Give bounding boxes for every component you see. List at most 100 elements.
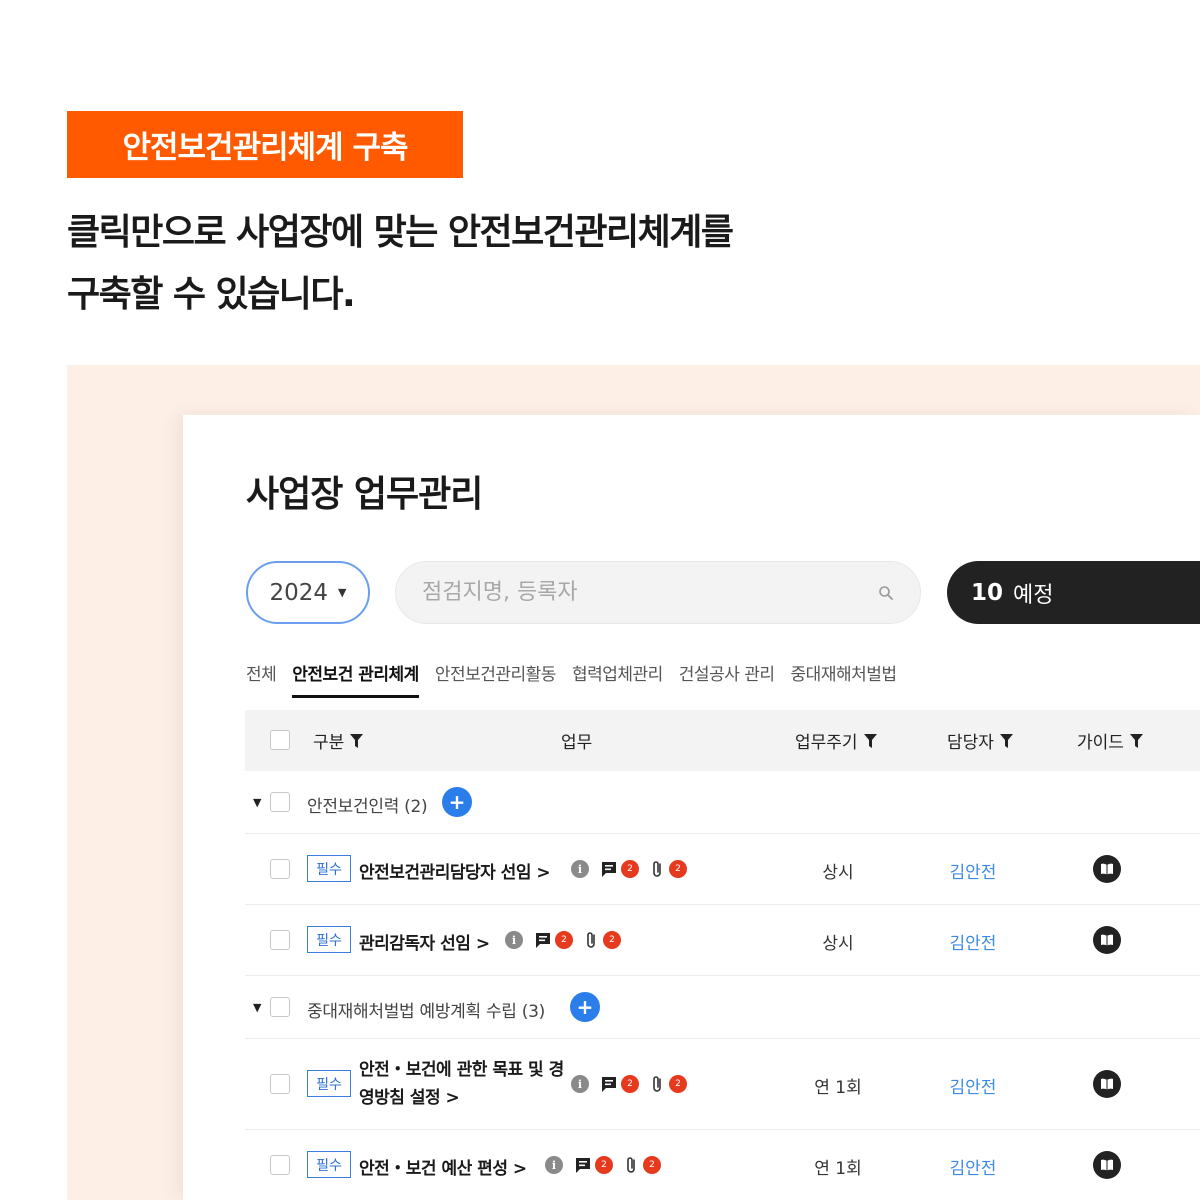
task-link[interactable]: 안전・보건에 관한 목표 및 경영방침 설정 >: [359, 1056, 569, 1112]
page-title: 사업장 업무관리: [246, 474, 483, 515]
assignee-link[interactable]: 김안전: [933, 929, 1013, 954]
tab-construction-management[interactable]: 건설공사 관리: [679, 660, 775, 698]
column-task: 업무: [561, 710, 592, 771]
attachment-count-badge: 2: [669, 860, 687, 878]
comment-icon[interactable]: [600, 860, 618, 878]
caret-down-icon: ▼: [338, 586, 347, 599]
year-select[interactable]: 2024 ▼: [246, 561, 370, 624]
task-meta-icons: i 2 2: [571, 860, 687, 878]
column-assignee[interactable]: 담당자: [947, 710, 1013, 771]
guide-book-icon[interactable]: [1093, 855, 1121, 883]
collapse-toggle-icon[interactable]: ▼: [253, 796, 261, 809]
guide-book-icon[interactable]: [1093, 1070, 1121, 1098]
tab-safety-health-activities[interactable]: 안전보건관리활동: [435, 660, 557, 698]
row-checkbox[interactable]: [270, 1074, 290, 1094]
table-row[interactable]: 필수 안전・보건 예산 편성 > i 2 2 연 1회 김안전: [245, 1130, 1200, 1200]
add-task-button[interactable]: +: [570, 992, 600, 1022]
filter-icon[interactable]: [863, 733, 877, 748]
row-checkbox[interactable]: [270, 859, 290, 879]
attachment-count-badge: 2: [643, 1156, 661, 1174]
comment-icon[interactable]: [600, 1075, 618, 1093]
table-row[interactable]: 필수 안전보건관리담당자 선임 > i 2 2 상시 김안전: [245, 834, 1200, 905]
group-row: ▼ 안전보건인력 (2) +: [245, 771, 1200, 834]
task-link[interactable]: 안전・보건 예산 편성 >: [359, 1154, 527, 1179]
app-window: 사업장 업무관리 2024 ▼ 10 예정 전체 안전보건 관리체계 안전보건관…: [183, 415, 1200, 1200]
attachment-count-badge: 2: [669, 1075, 687, 1093]
select-all-checkbox[interactable]: [270, 730, 290, 750]
info-icon[interactable]: i: [571, 860, 589, 878]
add-task-button[interactable]: +: [442, 787, 472, 817]
tab-serious-accident-act[interactable]: 중대재해처벌법: [791, 660, 897, 698]
filter-icon[interactable]: [1129, 733, 1143, 748]
search-input[interactable]: [422, 580, 878, 605]
scheduled-label: 예정: [1013, 582, 1054, 608]
table-header: 구분 업무 업무주기 담당자 가이드: [245, 710, 1200, 771]
filter-icon[interactable]: [999, 733, 1013, 748]
year-select-value: 2024: [269, 579, 329, 606]
column-guide-label: 가이드: [1077, 733, 1124, 753]
column-guide[interactable]: 가이드: [1077, 710, 1143, 771]
task-link[interactable]: 안전보건관리담당자 선임 >: [359, 858, 551, 883]
paperclip-icon[interactable]: [624, 1156, 640, 1174]
group-row: ▼ 중대재해처벌법 예방계획 수립 (3) +: [245, 976, 1200, 1039]
comment-count-badge: 2: [621, 1075, 639, 1093]
comment-count-badge: 2: [555, 931, 573, 949]
tab-contractor-management[interactable]: 협력업체관리: [572, 660, 663, 698]
required-badge: 필수: [307, 926, 351, 953]
row-checkbox[interactable]: [270, 1155, 290, 1175]
scheduled-count-button[interactable]: 10 예정: [947, 561, 1200, 624]
column-cycle[interactable]: 업무주기: [795, 710, 877, 771]
info-icon[interactable]: i: [571, 1075, 589, 1093]
task-cycle: 연 1회: [814, 1159, 862, 1179]
table-row[interactable]: 필수 안전・보건에 관한 목표 및 경영방침 설정 > i 2 2 연 1회 김…: [245, 1039, 1200, 1130]
filter-icon[interactable]: [350, 733, 364, 748]
guide-book-icon[interactable]: [1093, 926, 1121, 954]
task-cycle: 상시: [822, 863, 854, 883]
column-cycle-label: 업무주기: [795, 733, 858, 753]
task-cycle: 연 1회: [814, 1078, 862, 1098]
headline: 클릭만으로 사업장에 맞는 안전보건관리체계를 구축할 수 있습니다.: [67, 202, 967, 326]
comment-icon[interactable]: [534, 931, 552, 949]
column-category-label: 구분: [313, 733, 345, 753]
tab-all[interactable]: 전체: [246, 660, 277, 698]
group-label: 안전보건인력 (2): [307, 797, 428, 817]
group-checkbox[interactable]: [270, 997, 290, 1017]
paperclip-icon[interactable]: [650, 860, 666, 878]
comment-icon[interactable]: [574, 1156, 592, 1174]
table-row[interactable]: 필수 관리감독자 선임 > i 2 2 상시 김안전: [245, 905, 1200, 976]
paperclip-icon[interactable]: [650, 1075, 666, 1093]
info-icon[interactable]: i: [505, 931, 523, 949]
group-checkbox[interactable]: [270, 792, 290, 812]
guide-book-icon[interactable]: [1093, 1151, 1121, 1179]
assignee-link[interactable]: 김안전: [933, 858, 1013, 883]
task-cycle: 상시: [822, 934, 854, 954]
comment-count-badge: 2: [595, 1156, 613, 1174]
task-meta-icons: i 2 2: [571, 1075, 687, 1093]
category-tabs: 전체 안전보건 관리체계 안전보건관리활동 협력업체관리 건설공사 관리 중대재…: [246, 660, 897, 698]
task-meta-icons: i 2 2: [505, 931, 621, 949]
column-category[interactable]: 구분: [313, 710, 364, 771]
required-badge: 필수: [307, 855, 351, 882]
comment-count-badge: 2: [621, 860, 639, 878]
headline-line-1: 클릭만으로 사업장에 맞는 안전보건관리체계를: [67, 212, 734, 253]
tab-safety-health-system[interactable]: 안전보건 관리체계: [292, 660, 419, 698]
task-meta-icons: i 2 2: [545, 1156, 661, 1174]
scheduled-count: 10: [971, 579, 1004, 606]
assignee-link[interactable]: 김안전: [933, 1073, 1013, 1098]
assignee-link[interactable]: 김안전: [933, 1154, 1013, 1179]
row-checkbox[interactable]: [270, 930, 290, 950]
group-label: 중대재해처벌법 예방계획 수립 (3): [307, 1002, 545, 1022]
column-assignee-label: 담당자: [947, 733, 994, 753]
info-icon[interactable]: i: [545, 1156, 563, 1174]
search-box: [395, 561, 921, 624]
required-badge: 필수: [307, 1070, 351, 1097]
headline-line-2: 구축할 수 있습니다.: [67, 274, 356, 315]
collapse-toggle-icon[interactable]: ▼: [253, 1001, 261, 1014]
task-link[interactable]: 관리감독자 선임 >: [359, 929, 490, 954]
search-icon[interactable]: [878, 585, 894, 601]
paperclip-icon[interactable]: [584, 931, 600, 949]
required-badge: 필수: [307, 1151, 351, 1178]
section-badge: 안전보건관리체계 구축: [67, 111, 463, 178]
column-task-label: 업무: [561, 733, 593, 753]
attachment-count-badge: 2: [603, 931, 621, 949]
